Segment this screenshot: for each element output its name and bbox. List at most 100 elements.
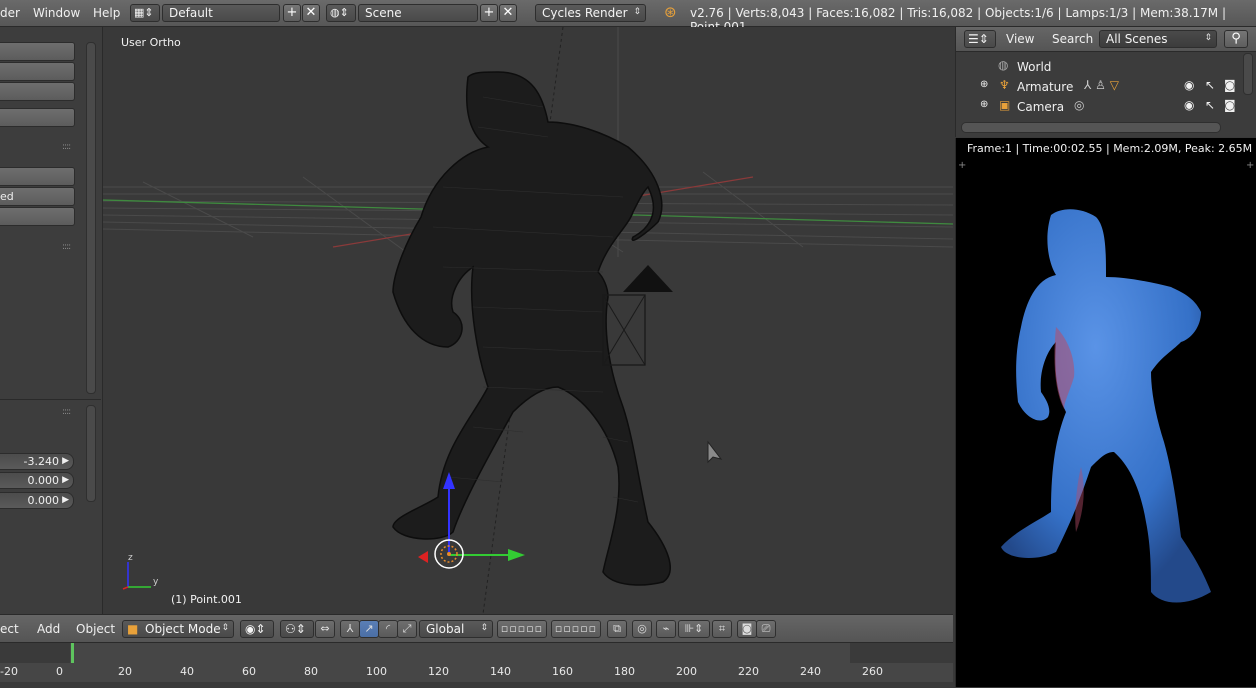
camera-icon: ▣ [999, 98, 1011, 112]
move-manipulator-icon[interactable]: ↗ [359, 620, 379, 638]
tool-button-2[interactable] [0, 62, 75, 81]
opengl-animation-icon[interactable]: ⎚ [756, 620, 776, 638]
view-label: User Ortho [121, 36, 181, 49]
lock-layers-icon[interactable]: ⧉ [607, 620, 627, 638]
timeline-scroll-track[interactable] [0, 682, 953, 688]
outliner-search-menu[interactable]: Search [1052, 32, 1093, 46]
visibility-eye-icon[interactable]: ◉ [1184, 78, 1194, 92]
axis-z-label: z [128, 553, 133, 563]
scene-selector[interactable]: ◍⇕ [326, 4, 356, 22]
renderable-camera-icon[interactable]: ◙ [1224, 98, 1236, 112]
screen-layout-selector[interactable]: ▦⇕ [130, 4, 160, 22]
render-engine-dropdown[interactable]: Cycles Render ⇕ [535, 4, 646, 22]
menu-window[interactable]: Window [33, 6, 80, 20]
display-mode-dropdown[interactable]: All Scenes ⇕ [1099, 30, 1217, 48]
visibility-eye-icon[interactable]: ◉ [1184, 98, 1194, 112]
timeline-tick-label: 140 [490, 665, 511, 678]
menu-render[interactable]: der [0, 6, 20, 20]
panel-grip-icon[interactable]: :::: [62, 407, 71, 417]
dropdown-arrows-icon: ⇕ [1204, 33, 1212, 43]
expand-icon[interactable]: ⊕ [980, 99, 988, 110]
search-icon[interactable]: ⚲ [1224, 30, 1248, 48]
translate-manipulator-icon[interactable]: ⅄ [340, 620, 360, 638]
menu-object[interactable]: Object [76, 622, 115, 636]
scene-field[interactable]: Scene [358, 4, 478, 22]
selectable-cursor-icon[interactable]: ↖ [1205, 98, 1215, 112]
expand-icon[interactable]: ⊕ [980, 79, 988, 90]
timeline-tick-label: 20 [118, 665, 132, 678]
properties-scrollbar[interactable] [86, 405, 96, 502]
tool-button-7[interactable] [0, 207, 75, 226]
timeline[interactable]: -20 0 20 40 60 80 100 120 140 160 180 200 220 240 260 [0, 642, 953, 688]
layer-buttons-1[interactable]: ▫▫▫▫▫ [497, 620, 547, 638]
tool-button-5[interactable] [0, 167, 75, 186]
opengl-render-icon[interactable]: ◙ [737, 620, 757, 638]
add-scene-button[interactable]: + [480, 4, 498, 22]
remove-scene-button[interactable]: ✕ [499, 4, 517, 22]
viewport-canvas [103, 27, 953, 614]
orientation-dropdown[interactable]: Global ⇕ [419, 620, 493, 638]
layout-grid-icon: ▦⇕ [134, 6, 154, 19]
snap-target-icon[interactable]: ⌗ [712, 620, 732, 638]
outliner-item-label: Camera [1017, 100, 1065, 114]
tool-button-4[interactable] [0, 108, 75, 127]
shading-sphere-icon: ◉⇕ [245, 622, 266, 636]
timeline-tick-label: 80 [304, 665, 318, 678]
proportional-editing-icon[interactable]: ◎ [632, 620, 652, 638]
arrow-right-icon: ▶ [62, 475, 69, 485]
menu-add[interactable]: Add [37, 622, 60, 636]
bone-data-icon: ⅄ ♙ ▽ [1084, 78, 1119, 92]
outliner-vscrollbar[interactable] [1243, 53, 1253, 95]
orientation-label: Global [426, 622, 465, 636]
tool-shelf: :::: ed :::: :::: -3.240 ▶ 0.000 ▶ 0.000 ▶ [0, 27, 103, 614]
manipulator-toggle-icon[interactable]: ⇔ [315, 620, 335, 638]
render-preview[interactable]: Frame:1 | Time:00:02.55 | Mem:2.09M, Pea… [955, 138, 1256, 687]
timeline-tick-label: 60 [242, 665, 256, 678]
screen-layout-field[interactable]: Default [162, 4, 280, 22]
mode-dropdown[interactable]: ■ Object Mode ⇕ [122, 620, 234, 638]
dropdown-arrows-icon: ⇕ [480, 623, 488, 633]
rendered-figure [1001, 209, 1211, 603]
timeline-tick-label: 160 [552, 665, 573, 678]
outliner-item-world[interactable]: ◍ World [956, 57, 1241, 77]
outliner-hscrollbar[interactable] [961, 122, 1221, 133]
editor-type-dropdown[interactable]: ☰⇕ [964, 30, 996, 48]
outliner-view-menu[interactable]: View [1006, 32, 1034, 46]
panel-grip-icon[interactable]: :::: [62, 142, 71, 152]
menu-help[interactable]: Help [93, 6, 120, 20]
tool-button-3[interactable] [0, 82, 75, 101]
snap-toggle-icon[interactable]: ⌁ [656, 620, 676, 638]
location-x-field[interactable]: -3.240 ▶ [0, 453, 74, 470]
mouse-cursor-icon [707, 440, 723, 464]
location-y-field[interactable]: 0.000 ▶ [0, 472, 74, 489]
outliner-item-camera[interactable]: ⊕ ▣ Camera ◎ ◉ ↖ ◙ [956, 97, 1241, 117]
timeline-tick-label: 220 [738, 665, 759, 678]
scene-icon: ◍⇕ [330, 6, 349, 19]
panel-grip-icon[interactable]: :::: [62, 242, 71, 252]
add-layout-button[interactable]: + [283, 4, 301, 22]
3d-viewport[interactable]: User Ortho (1) Point.001 z y [103, 27, 953, 614]
selectable-cursor-icon[interactable]: ↖ [1205, 78, 1215, 92]
timeline-pre-range [0, 643, 70, 663]
arrow-right-icon: ▶ [62, 495, 69, 505]
tool-shelf-scrollbar[interactable] [86, 42, 96, 394]
tool-button-6[interactable]: ed [0, 187, 75, 206]
menu-select[interactable]: ect [0, 622, 19, 636]
layer-buttons-2[interactable]: ▫▫▫▫▫ [551, 620, 601, 638]
renderable-camera-icon[interactable]: ◙ [1224, 78, 1236, 92]
mesh-wireframe [392, 71, 671, 586]
outliner-item-armature[interactable]: ⊕ ♆ Armature ⅄ ♙ ▽ ◉ ↖ ◙ [956, 77, 1241, 97]
pivot-point-dropdown[interactable]: ⚇⇕ [280, 620, 314, 638]
rotate-manipulator-icon[interactable]: ◜ [378, 620, 398, 638]
viewport-shading-dropdown[interactable]: ◉⇕ [240, 620, 274, 638]
tool-button-1[interactable] [0, 42, 75, 61]
location-z-field[interactable]: 0.000 ▶ [0, 492, 74, 509]
timeline-tick-label: 200 [676, 665, 697, 678]
scale-manipulator-icon[interactable]: ⤢ [397, 620, 417, 638]
current-frame-marker[interactable] [71, 643, 74, 663]
camera-data-icon: ◎ [1074, 98, 1085, 112]
location-y-value: 0.000 [27, 474, 60, 487]
remove-layout-button[interactable]: ✕ [302, 4, 320, 22]
timeline-post-range [850, 643, 953, 663]
snap-element-dropdown[interactable]: ⊪⇕ [678, 620, 710, 638]
